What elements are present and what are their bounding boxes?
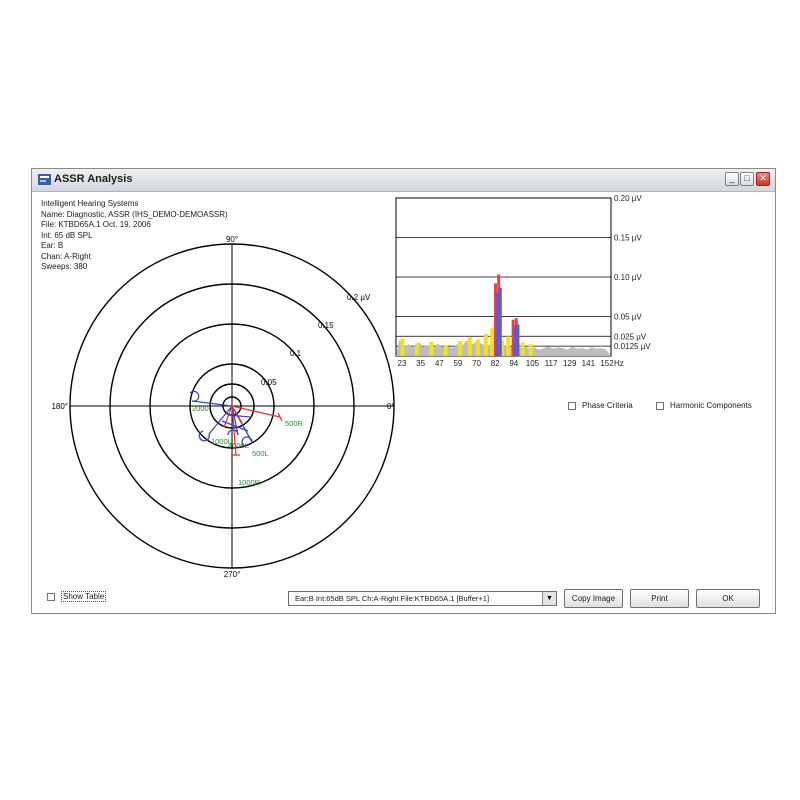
yellow-spike — [429, 341, 434, 356]
recording-select[interactable]: Ear:B Int:65dB SPL Ch:A-Right File:KTBD6… — [288, 591, 557, 606]
y-tick-label: 0.15 µV — [614, 234, 642, 243]
vector-label-4000l: 4000L — [228, 441, 249, 450]
recording-select-value: Ear:B Int:65dB SPL Ch:A-Right File:KTBD6… — [295, 594, 490, 603]
yellow-spike — [528, 344, 533, 356]
spectrum-x-tick-labels: 23 35 47 59 70 82 94 105 117 129 141 152 Hz — [398, 359, 624, 368]
phase-criteria-box[interactable] — [568, 401, 576, 410]
copy-image-button[interactable]: Copy Image — [564, 589, 623, 608]
x-tick-label: 152 — [600, 359, 614, 368]
minimize-button[interactable]: _ — [725, 172, 739, 186]
x-tick-label: 47 — [435, 359, 444, 368]
harmonic-components-label: Harmonic Components — [670, 401, 752, 410]
ring-label-0.2: 0.2 µV — [347, 293, 371, 302]
angle-label-90: 90° — [226, 235, 238, 244]
polar-plot: 90° 180° 0° 270° 0.05 0.1 0.15 0.2 µV 20… — [52, 235, 395, 579]
ring-label-0.05: 0.05 — [261, 378, 277, 387]
y-tick-label: 0.025 µV — [614, 332, 647, 341]
show-table-checkbox[interactable]: Show Table — [47, 591, 107, 602]
assr-analysis-window: ASSR Analysis _ □ ✕ Intelligent Hearing … — [31, 168, 776, 614]
show-table-box[interactable] — [47, 592, 55, 601]
spectrum-chart: 0.20 µV 0.15 µV 0.10 µV 0.05 µV 0.025 µV0.01… — [395, 194, 651, 368]
show-table-label: Show Table — [61, 591, 107, 602]
yellow-spike — [458, 340, 463, 356]
x-tick-label: 129 — [563, 359, 577, 368]
yellow-spike — [506, 336, 511, 356]
y-tick-label: 0.05 µV — [614, 313, 642, 322]
harmonic-components-box[interactable] — [656, 401, 664, 410]
angle-label-0: 0° — [387, 402, 395, 411]
y-tick-label: 0.10 µV — [614, 273, 642, 282]
maximize-button[interactable]: □ — [740, 172, 754, 186]
info-file: File: KTBD65A.1 Oct. 19, 2006 — [41, 220, 151, 229]
phase-criteria-label: Phase Criteria — [582, 401, 633, 410]
x-tick-label: 82 — [491, 359, 500, 368]
response-bar — [495, 292, 499, 356]
ok-button[interactable]: OK — [696, 589, 760, 608]
vector-label-2000l: 2000L — [192, 404, 213, 413]
yellow-spike — [490, 328, 495, 356]
harmonic-components-checkbox[interactable]: Harmonic Components — [656, 401, 752, 410]
print-button[interactable]: Print — [630, 589, 689, 608]
yellow-spike — [475, 339, 480, 356]
x-tick-label: 35 — [416, 359, 425, 368]
info-system: Intelligent Hearing Systems — [41, 199, 139, 208]
x-tick-label: 105 — [526, 359, 540, 368]
angle-label-270: 270° — [224, 570, 241, 579]
y-tick-label: 0.0125 µV — [614, 342, 651, 351]
yellow-spike — [483, 333, 488, 356]
response-bar — [516, 324, 520, 356]
angle-label-180: 180° — [52, 402, 68, 411]
x-tick-label: 141 — [582, 359, 596, 368]
x-tick-label: 117 — [545, 359, 558, 368]
x-tick-label: 94 — [509, 359, 518, 368]
x-tick-label: 23 — [398, 359, 407, 368]
y-tick-label: 0.20 µV — [614, 194, 642, 203]
yellow-spike — [443, 344, 448, 356]
yellow-spike — [400, 338, 405, 356]
phase-criteria-checkbox[interactable]: Phase Criteria — [568, 401, 633, 410]
window-title: ASSR Analysis — [54, 173, 133, 185]
app-icon — [38, 174, 51, 185]
x-tick-label: 59 — [453, 359, 462, 368]
ring-label-0.1: 0.1 — [290, 349, 302, 358]
vector-label-500r: 500R — [285, 419, 304, 428]
response-bar — [513, 325, 517, 356]
chevron-down-icon[interactable]: ▼ — [542, 592, 556, 605]
title-bar[interactable]: ASSR Analysis _ □ ✕ — [32, 169, 775, 192]
yellow-spike — [467, 337, 472, 356]
response-bar — [498, 288, 502, 356]
x-unit-label: Hz — [614, 359, 624, 368]
vector-label-1000r: 1000R — [238, 478, 261, 487]
x-tick-label: 70 — [472, 359, 481, 368]
yellow-spike — [414, 343, 419, 356]
ring-label-0.15: 0.15 — [318, 321, 334, 330]
vector-label-500l: 500L — [252, 449, 269, 458]
spectrum-y-tick-labels: 0.20 µV 0.15 µV 0.10 µV 0.05 µV 0.025 µV0.01… — [614, 194, 651, 351]
close-button[interactable]: ✕ — [756, 172, 770, 186]
info-name: Name: Diagnostic, ASSR (IHS_DEMO-DEMOASS… — [41, 209, 228, 219]
yellow-spike — [520, 342, 525, 356]
